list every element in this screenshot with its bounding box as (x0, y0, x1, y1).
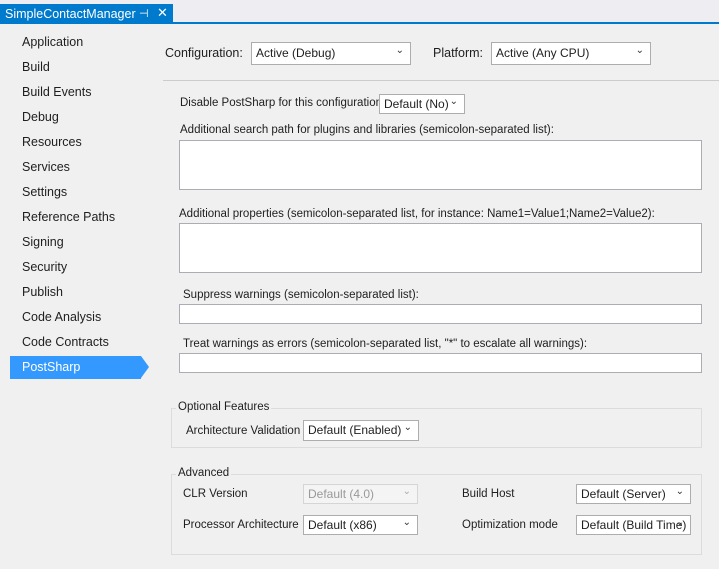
build-host-select[interactable]: Default (Server) ⌄ (576, 484, 691, 504)
close-icon[interactable]: ✕ (157, 5, 168, 21)
sidebar-item-application[interactable]: Application (22, 35, 83, 49)
chevron-down-icon: ⌄ (395, 45, 404, 56)
sidebar-item-postsharp[interactable]: PostSharp (22, 360, 80, 374)
clr-version-select: Default (4.0) ⌄ (303, 484, 418, 504)
architecture-validation-label: Architecture Validation (186, 425, 301, 437)
advanced-title: Advanced (176, 467, 232, 479)
sidebar-item-code-analysis[interactable]: Code Analysis (22, 310, 101, 324)
optimization-mode-select[interactable]: Default (Build Time) ⌄ (576, 515, 691, 535)
platform-value: Active (Any CPU) (496, 46, 590, 60)
clr-version-label: CLR Version (183, 488, 248, 500)
processor-architecture-select[interactable]: Default (x86) ⌄ (303, 515, 418, 535)
document-tab[interactable]: SimpleContactManager ⊣ ✕ (0, 4, 173, 24)
selection-arrow-icon (141, 356, 149, 378)
architecture-validation-value: Default (Enabled) (308, 423, 402, 437)
platform-select[interactable]: Active (Any CPU) ⌄ (491, 42, 651, 65)
sidebar-item-security[interactable]: Security (22, 260, 67, 274)
sidebar-item-resources[interactable]: Resources (22, 135, 82, 149)
chevron-down-icon: ⌄ (449, 96, 458, 107)
disable-postsharp-select[interactable]: Default (No) ⌄ (379, 94, 465, 114)
sidebar-item-build-events[interactable]: Build Events (22, 85, 91, 99)
disable-postsharp-value: Default (No) (384, 97, 449, 111)
tab-title: SimpleContactManager (5, 7, 136, 21)
chevron-down-icon: ⌄ (675, 486, 684, 497)
sidebar-item-debug[interactable]: Debug (22, 110, 59, 124)
suppress-warnings-input[interactable] (179, 304, 702, 324)
sidebar-item-reference-paths[interactable]: Reference Paths (22, 210, 115, 224)
configuration-label: Configuration: (165, 46, 243, 60)
build-host-value: Default (Server) (581, 487, 666, 501)
clr-version-value: Default (4.0) (308, 487, 375, 501)
pin-icon[interactable]: ⊣ (139, 7, 149, 20)
sidebar-item-publish[interactable]: Publish (22, 285, 63, 299)
additional-properties-textarea[interactable] (179, 223, 702, 273)
additional-properties-label: Additional properties (semicolon-separat… (179, 208, 655, 220)
sidebar-item-settings[interactable]: Settings (22, 185, 67, 199)
chevron-down-icon: ⌄ (402, 486, 411, 497)
sidebar-item-services[interactable]: Services (22, 160, 70, 174)
processor-architecture-label: Processor Architecture (183, 519, 299, 531)
architecture-validation-select[interactable]: Default (Enabled) ⌄ (303, 420, 419, 441)
optimization-mode-label: Optimization mode (462, 519, 558, 531)
divider (163, 80, 719, 81)
optimization-mode-value: Default (Build Time) (581, 518, 687, 532)
chevron-down-icon: ⌄ (403, 422, 412, 433)
chevron-down-icon: ⌄ (675, 517, 684, 528)
configuration-select[interactable]: Active (Debug) ⌄ (251, 42, 411, 65)
processor-architecture-value: Default (x86) (308, 518, 377, 532)
chevron-down-icon: ⌄ (402, 517, 411, 528)
treat-warnings-input[interactable] (179, 353, 702, 373)
optional-features-title: Optional Features (176, 401, 272, 413)
sidebar-item-build[interactable]: Build (22, 60, 50, 74)
sidebar-item-signing[interactable]: Signing (22, 235, 64, 249)
treat-warnings-label: Treat warnings as errors (semicolon-sepa… (183, 338, 588, 350)
search-path-label: Additional search path for plugins and l… (180, 124, 554, 136)
configuration-value: Active (Debug) (256, 46, 336, 60)
platform-label: Platform: (433, 46, 484, 60)
disable-postsharp-label: Disable PostSharp for this configuration… (180, 97, 386, 109)
build-host-label: Build Host (462, 488, 515, 500)
search-path-textarea[interactable] (179, 140, 702, 190)
suppress-warnings-label: Suppress warnings (semicolon-separated l… (183, 289, 419, 301)
chevron-down-icon: ⌄ (635, 45, 644, 56)
sidebar-item-code-contracts[interactable]: Code Contracts (22, 335, 109, 349)
